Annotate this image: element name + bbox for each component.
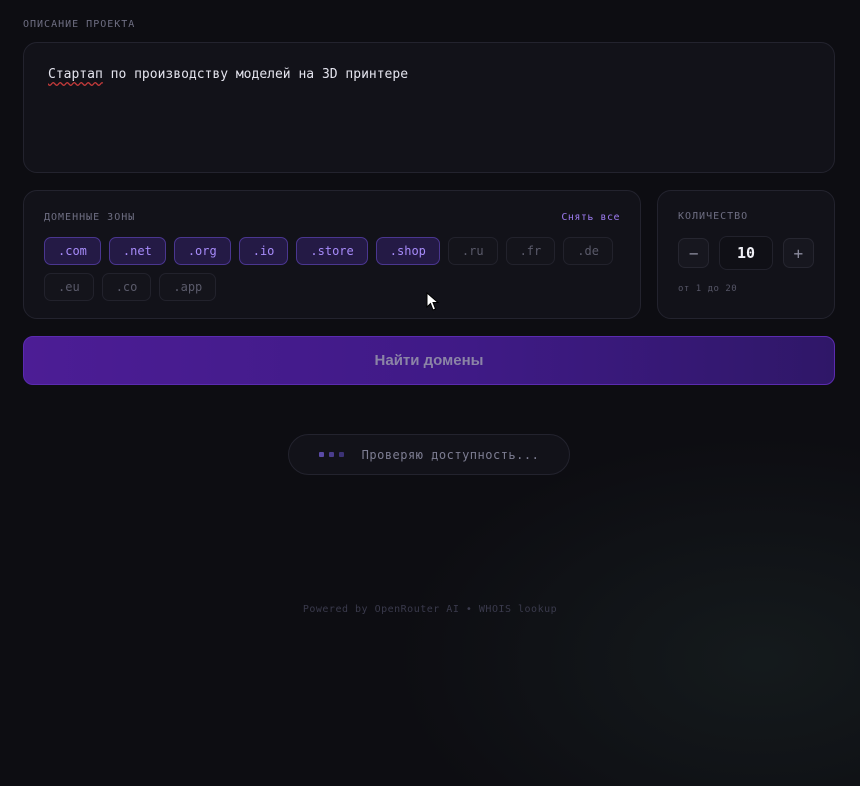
quantity-stepper: − 10 + bbox=[678, 236, 815, 270]
clear-all-link[interactable]: Снять все bbox=[561, 212, 620, 223]
loading-dot bbox=[328, 452, 334, 457]
status-text: Проверяю доступность... bbox=[361, 447, 540, 462]
quantity-hint: от 1 до 20 bbox=[678, 284, 738, 294]
zone-chip[interactable]: .eu bbox=[44, 273, 94, 301]
zone-chip[interactable]: .app bbox=[159, 273, 217, 301]
loading-dot bbox=[338, 452, 344, 457]
loading-dots-icon bbox=[318, 452, 344, 457]
domain-zone-chips: .com .net .org .io .store .shop .ru .fr … bbox=[44, 237, 620, 301]
domain-zones-card: ДОМЕННЫЕ ЗОНЫ Снять все .com .net .org .… bbox=[23, 190, 641, 319]
quantity-card: КОЛИЧЕСТВО − 10 + от 1 до 20 bbox=[657, 190, 835, 319]
footer-text: Powered by OpenRouter AI • WHOIS lookup bbox=[302, 604, 558, 615]
description-label: ОПИСАНИЕ ПРОЕКТА bbox=[23, 19, 136, 30]
zone-chip[interactable]: .ru bbox=[447, 237, 498, 265]
zone-chip[interactable]: .org bbox=[173, 237, 231, 265]
domain-zones-title: ДОМЕННЫЕ ЗОНЫ bbox=[44, 211, 136, 223]
zone-chip[interactable]: .de bbox=[563, 237, 613, 265]
loading-dot bbox=[318, 452, 324, 457]
zone-chip[interactable]: .store bbox=[296, 237, 368, 265]
domain-zones-header: ДОМЕННЫЕ ЗОНЫ Снять все bbox=[44, 211, 620, 223]
zone-chip[interactable]: .io bbox=[238, 237, 289, 265]
zone-chip[interactable]: .com bbox=[44, 237, 101, 265]
description-rest-text: по производству моделей на 3D принтере bbox=[102, 67, 409, 82]
quantity-title: КОЛИЧЕСТВО bbox=[678, 211, 749, 222]
description-first-word: Стартап bbox=[48, 67, 103, 82]
zone-chip[interactable]: .net bbox=[108, 237, 166, 265]
mouse-cursor-icon bbox=[426, 292, 440, 311]
zone-chip[interactable]: .shop bbox=[375, 237, 440, 265]
description-textarea[interactable]: Стартап по производству моделей на 3D пр… bbox=[23, 42, 835, 173]
status-indicator: Проверяю доступность... bbox=[288, 434, 570, 475]
quantity-input[interactable]: 10 bbox=[719, 236, 773, 270]
increment-button[interactable]: + bbox=[782, 238, 815, 268]
zone-chip[interactable]: .co bbox=[101, 273, 152, 301]
decrement-button[interactable]: − bbox=[678, 238, 710, 268]
find-domains-button[interactable]: Найти домены bbox=[23, 336, 835, 385]
zone-chip[interactable]: .fr bbox=[505, 237, 556, 265]
